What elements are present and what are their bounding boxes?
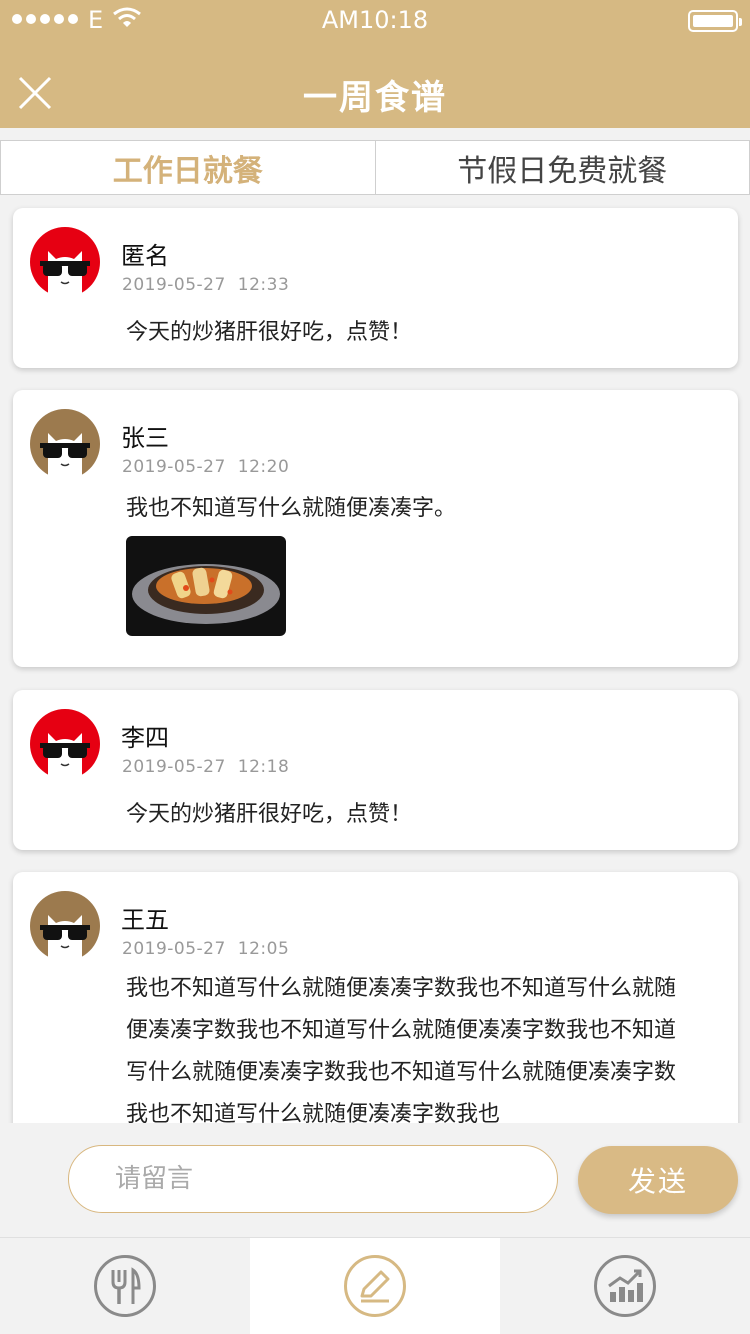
nav-item-comments[interactable] bbox=[250, 1238, 500, 1334]
nav-item-stats[interactable] bbox=[500, 1238, 750, 1334]
post-time: 2019-05-27 12:05 bbox=[122, 939, 289, 959]
cutlery-icon bbox=[94, 1255, 156, 1317]
comment-card: 李四 2019-05-27 12:18 今天的炒猪肝很好吃，点赞！ bbox=[13, 690, 738, 850]
food-photo[interactable] bbox=[126, 536, 286, 636]
tab-bar: 工作日就餐 节假日免费就餐 bbox=[0, 140, 750, 195]
send-button[interactable]: 发送 bbox=[578, 1146, 738, 1214]
status-time: AM10:18 bbox=[321, 6, 429, 34]
edit-icon bbox=[344, 1255, 406, 1317]
user-name: 李四 bbox=[121, 724, 169, 752]
chart-icon bbox=[594, 1255, 656, 1317]
comment-text: 我也不知道写什么就随便凑凑字。 bbox=[126, 496, 457, 521]
post-time: 2019-05-27 12:18 bbox=[122, 757, 289, 777]
post-time: 2019-05-27 12:20 bbox=[122, 457, 289, 477]
post-clock: 12:05 bbox=[237, 939, 290, 959]
status-bar: E AM10:18 bbox=[0, 0, 750, 40]
tab-workday-dining[interactable]: 工作日就餐 bbox=[1, 141, 375, 194]
user-name: 匿名 bbox=[121, 242, 169, 270]
comment-text: 今天的炒猪肝很好吃，点赞！ bbox=[126, 320, 413, 345]
post-clock: 12:33 bbox=[237, 275, 290, 295]
post-date: 2019-05-27 bbox=[122, 939, 226, 959]
post-date: 2019-05-27 bbox=[122, 457, 226, 477]
message-input[interactable] bbox=[68, 1145, 558, 1213]
comment-card: 张三 2019-05-27 12:20 我也不知道写什么就随便凑凑字。 bbox=[13, 390, 738, 667]
comment-text: 今天的炒猪肝很好吃，点赞！ bbox=[126, 802, 413, 827]
post-clock: 12:18 bbox=[237, 757, 290, 777]
avatar bbox=[30, 227, 100, 297]
avatar bbox=[30, 409, 100, 479]
avatar bbox=[30, 709, 100, 779]
nav-item-menu[interactable] bbox=[0, 1238, 250, 1334]
post-date: 2019-05-27 bbox=[122, 275, 226, 295]
post-time: 2019-05-27 12:33 bbox=[122, 275, 289, 295]
post-date: 2019-05-27 bbox=[122, 757, 226, 777]
comment-card: 匿名 2019-05-27 12:33 今天的炒猪肝很好吃，点赞！ bbox=[13, 208, 738, 368]
battery-icon bbox=[688, 10, 742, 32]
user-name: 张三 bbox=[121, 424, 169, 452]
tab-holiday-free-dining[interactable]: 节假日免费就餐 bbox=[374, 141, 750, 194]
comment-input-bar: 发送 bbox=[0, 1123, 750, 1237]
comment-text: 我也不知道写什么就随便凑凑字数我也不知道写什么就随便凑凑字数我也不知道写什么就随… bbox=[126, 976, 677, 1123]
post-clock: 12:20 bbox=[237, 457, 290, 477]
comment-card: 王五 2019-05-27 12:05 我也不知道写什么就随便凑凑字数我也不知道写… bbox=[13, 872, 738, 1123]
user-name: 王五 bbox=[121, 906, 169, 934]
comment-feed[interactable]: 匿名 2019-05-27 12:33 今天的炒猪肝很好吃，点赞！ 张三 2019… bbox=[0, 195, 750, 1123]
app-header: E AM10:18 一周食谱 bbox=[0, 0, 750, 128]
bottom-nav bbox=[0, 1237, 750, 1334]
avatar bbox=[30, 891, 100, 961]
page-title: 一周食谱 bbox=[303, 78, 447, 118]
